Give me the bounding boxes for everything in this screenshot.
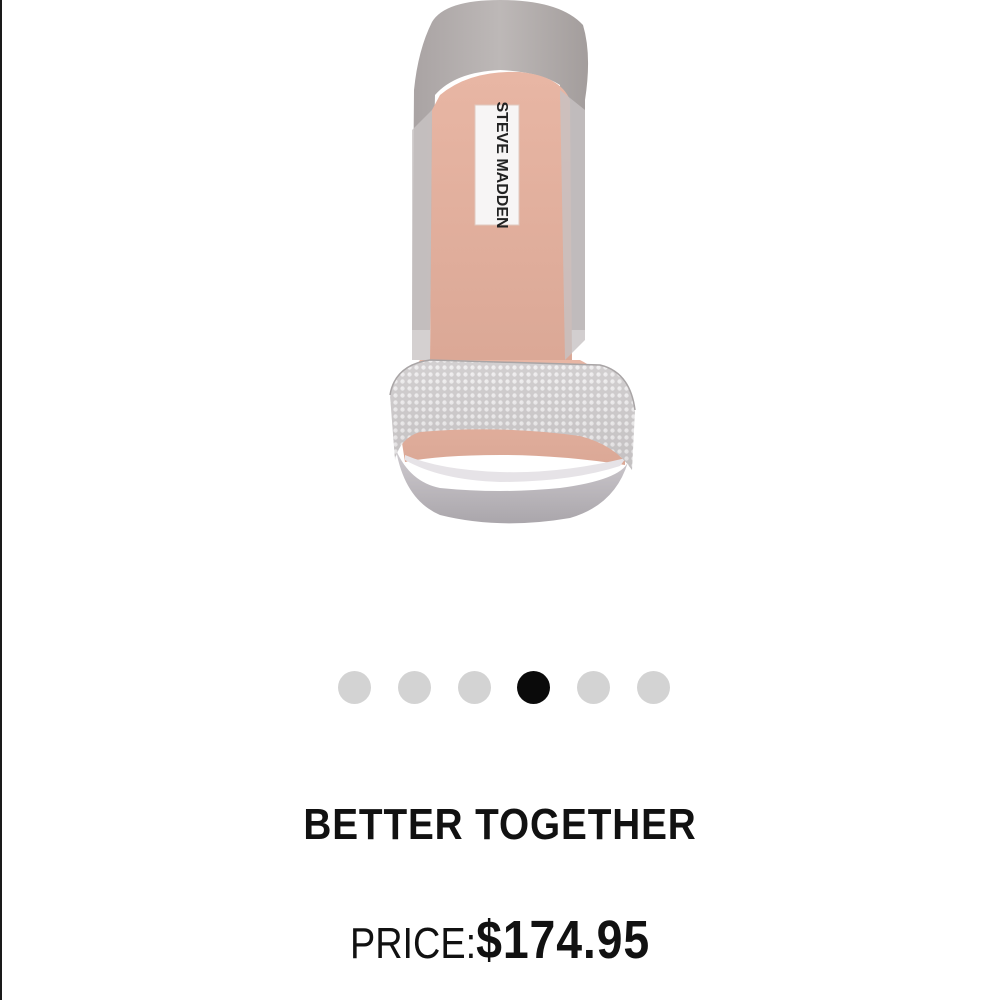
carousel-dot-6[interactable] — [637, 671, 670, 704]
carousel-dot-2[interactable] — [398, 671, 431, 704]
price-label: PRICE: — [349, 919, 477, 968]
carousel-dots — [0, 670, 1000, 706]
carousel-dot-4-active[interactable] — [517, 671, 550, 704]
product-title: BETTER TOGETHER — [303, 800, 697, 849]
price-row: PRICE:$174.95 — [70, 905, 930, 989]
price-value: $174.95 — [476, 910, 651, 970]
carousel-dot-3[interactable] — [458, 671, 491, 704]
carousel-dot-5[interactable] — [577, 671, 610, 704]
product-image[interactable]: STEVE MADDEN — [0, 0, 1000, 600]
sandal-illustration: STEVE MADDEN — [389, 0, 636, 524]
carousel-dot-1[interactable] — [338, 671, 371, 704]
brand-label-text: STEVE MADDEN — [493, 101, 510, 228]
